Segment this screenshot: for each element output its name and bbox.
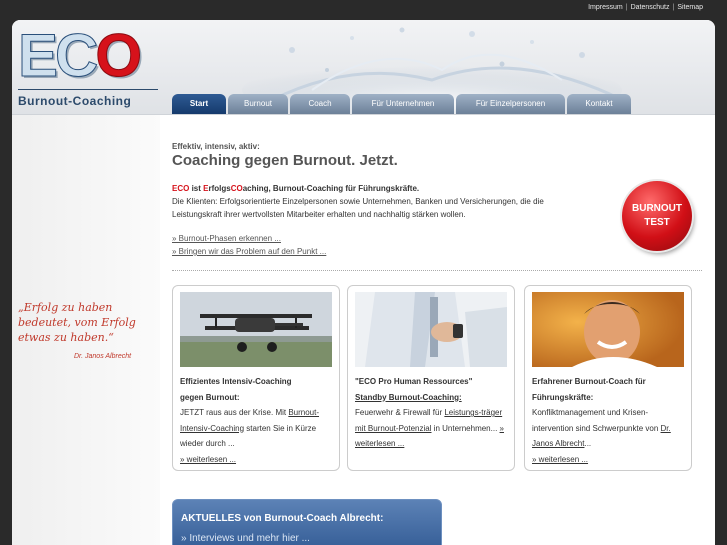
- biplane-image: [180, 292, 332, 367]
- link-problem-punkt[interactable]: » Bringen wir das Problem auf den Punkt …: [172, 245, 326, 258]
- coach-portrait-image: [532, 292, 684, 367]
- burnout-test-line2: TEST: [644, 217, 670, 228]
- eco-logo[interactable]: ECO: [17, 25, 142, 86]
- card-standby-coaching: "ECO Pro Human Ressources" Standby Burno…: [347, 285, 515, 471]
- intro-text: ECO ist ErfolgsCOaching, Burnout-Coachin…: [172, 184, 544, 219]
- quote-author: Dr. Janos Albrecht: [74, 353, 132, 360]
- burnout-test-button[interactable]: BURNOUT TEST: [622, 181, 692, 251]
- sidebar: „Erfolg zu haben bedeutet, vom Erfolg et…: [12, 115, 160, 545]
- card-text: Effizientes Intensiv-Coaching gegen Burn…: [180, 377, 320, 464]
- impressum-link[interactable]: Impressum: [588, 4, 623, 11]
- sitemap-link[interactable]: Sitemap: [677, 4, 703, 11]
- card-intensiv-coaching: Effizientes Intensiv-Coaching gegen Burn…: [172, 285, 340, 471]
- burnout-test-line1: BURNOUT: [632, 203, 682, 214]
- tab-coach[interactable]: Coach: [290, 94, 350, 114]
- tab-kontakt[interactable]: Kontakt: [567, 94, 631, 114]
- top-bar: Impressum | Datenschutz | Sitemap: [0, 0, 727, 20]
- page-container: ECO Burnout-Coaching Start Burnout Coach…: [12, 20, 715, 545]
- page-title: Coaching gegen Burnout. Jetzt.: [172, 152, 398, 169]
- tab-burnout[interactable]: Burnout: [228, 94, 288, 114]
- link-burnout-phasen[interactable]: » Burnout-Phasen erkennen ...: [172, 232, 326, 245]
- weiterlesen-link-1[interactable]: » weiterlesen ...: [180, 455, 236, 464]
- businessman-image: [355, 292, 507, 367]
- intro-body: Die Klienten: Erfolgsorientierte Einzelp…: [172, 197, 544, 219]
- kicker-text: Effektiv, intensiv, aktiv:: [172, 142, 260, 151]
- datenschutz-link[interactable]: Datenschutz: [631, 4, 670, 11]
- intro-eco: ECO: [172, 184, 190, 193]
- header: ECO Burnout-Coaching Start Burnout Coach…: [12, 20, 715, 115]
- main-nav: Start Burnout Coach Für Unternehmen Für …: [172, 94, 631, 114]
- card-text: "ECO Pro Human Ressources" Standby Burno…: [355, 374, 509, 452]
- link-standby-coaching[interactable]: Standby Burnout-Coaching:: [355, 390, 509, 406]
- logo-divider: [18, 89, 158, 90]
- card-text: Erfahrener Burnout-Coach für Führungskrä…: [532, 377, 671, 464]
- weiterlesen-link-3[interactable]: » weiterlesen ...: [532, 455, 588, 464]
- news-box[interactable]: AKTUELLES von Burnout-Coach Albrecht: » …: [172, 499, 442, 545]
- logo-subtitle: Burnout-Coaching: [18, 94, 132, 108]
- top-links: Impressum | Datenschutz | Sitemap: [588, 4, 703, 11]
- sidebar-quote: „Erfolg zu haben bedeutet, vom Erfolg et…: [18, 301, 136, 344]
- intro-links: » Burnout-Phasen erkennen ... » Bringen …: [172, 232, 326, 258]
- tab-start[interactable]: Start: [172, 94, 226, 114]
- tab-fuer-einzelpersonen[interactable]: Für Einzelpersonen: [456, 94, 565, 114]
- card-erfahrener-coach: Erfahrener Burnout-Coach für Führungskrä…: [524, 285, 692, 471]
- news-link[interactable]: » Interviews und mehr hier ...: [181, 533, 310, 544]
- tab-fuer-unternehmen[interactable]: Für Unternehmen: [352, 94, 454, 114]
- divider: [172, 270, 702, 271]
- news-heading: AKTUELLES von Burnout-Coach Albrecht:: [181, 513, 384, 524]
